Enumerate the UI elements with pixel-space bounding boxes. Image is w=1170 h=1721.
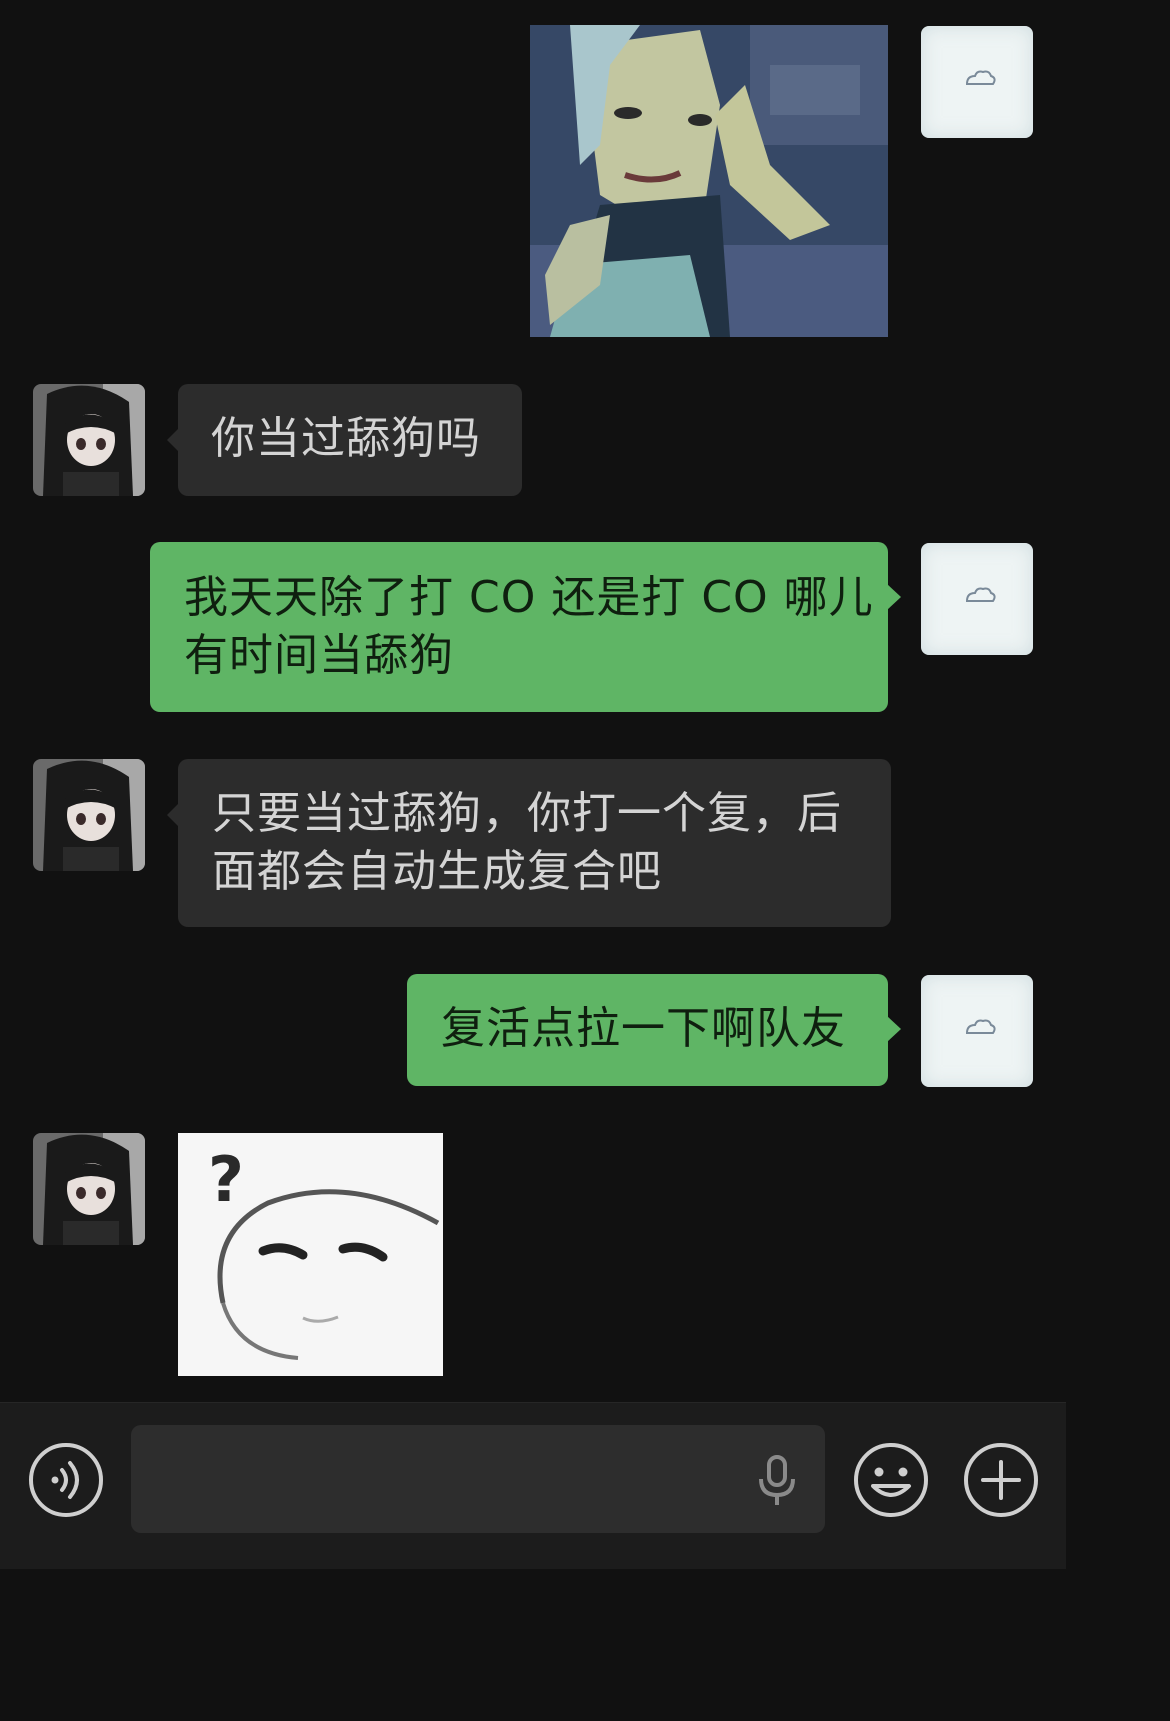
my-avatar[interactable]	[921, 26, 1033, 138]
cloud-icon	[965, 587, 996, 602]
received-text-message[interactable]: 只要当过舔狗，你打一个复，后 面都会自动生成复合吧	[167, 759, 891, 927]
voice-wave-icon	[29, 1443, 103, 1517]
message-input[interactable]	[131, 1425, 825, 1533]
message-line-1: 只要当过舔狗，你打一个复，后	[212, 788, 842, 839]
message-text: 你当过舔狗吗	[211, 413, 481, 464]
my-avatar[interactable]	[921, 543, 1033, 655]
stylized-portrait-image	[530, 25, 888, 337]
received-text-message[interactable]: 你当过舔狗吗	[167, 384, 522, 496]
my-avatar[interactable]	[921, 975, 1033, 1087]
sent-image-message[interactable]	[530, 25, 888, 337]
voice-toggle-button[interactable]	[28, 1442, 104, 1518]
plus-circle-icon	[964, 1443, 1038, 1517]
anime-girl-avatar-image	[33, 1133, 145, 1245]
contact-avatar[interactable]	[33, 384, 145, 496]
message-text: 复活点拉一下啊队友	[441, 1003, 846, 1054]
sent-text-message[interactable]: 复活点拉一下啊队友	[407, 974, 901, 1086]
microphone-icon	[759, 1455, 795, 1505]
message-line-2: 有时间当舔狗	[184, 630, 454, 681]
microphone-button[interactable]	[755, 1455, 799, 1507]
sent-text-message[interactable]: 我天天除了打 CO 还是打 CO 哪儿 有时间当舔狗	[150, 542, 901, 712]
cloud-icon	[965, 70, 996, 85]
emoji-button[interactable]	[853, 1442, 929, 1518]
message-line-1: 我天天除了打 CO 还是打 CO 哪儿	[184, 572, 874, 623]
anime-girl-avatar-image	[33, 384, 145, 496]
cloud-icon	[965, 1019, 996, 1034]
sticker-question-mark: ?	[208, 1143, 244, 1216]
anime-girl-avatar-image	[33, 759, 145, 871]
smiley-icon	[854, 1443, 928, 1517]
contact-avatar[interactable]	[33, 759, 145, 871]
chat-input-toolbar	[0, 1402, 1066, 1569]
confused-face-sticker: ?	[178, 1133, 443, 1376]
more-options-button[interactable]	[963, 1442, 1039, 1518]
message-line-2: 面都会自动生成复合吧	[212, 846, 662, 897]
contact-avatar[interactable]	[33, 1133, 145, 1245]
received-sticker-message[interactable]: ?	[178, 1133, 443, 1376]
